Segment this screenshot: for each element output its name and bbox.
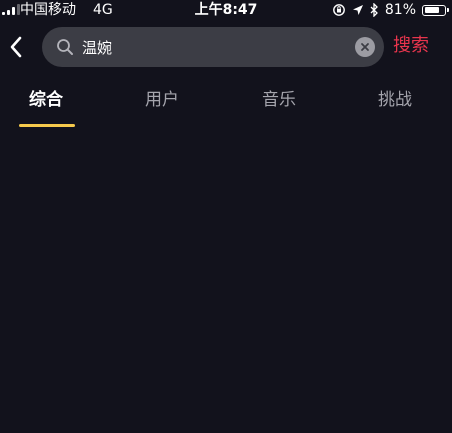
- tab-users[interactable]: 用户: [145, 88, 179, 112]
- tab-challenges[interactable]: 挑战: [378, 88, 412, 112]
- battery-level-fill: [424, 7, 440, 13]
- bluetooth-icon: [370, 3, 378, 17]
- clear-search-button[interactable]: [355, 37, 375, 57]
- chevron-left-icon: [10, 36, 22, 58]
- battery-icon: [422, 4, 449, 16]
- search-submit-button[interactable]: 搜索: [393, 34, 429, 58]
- tab-comprehensive[interactable]: 综合: [29, 88, 63, 112]
- close-icon: [361, 43, 369, 51]
- search-icon: [57, 39, 73, 55]
- orientation-lock-icon: [332, 4, 345, 16]
- search-bar[interactable]: [42, 27, 384, 67]
- back-button[interactable]: [4, 33, 28, 61]
- search-results-area: [0, 140, 452, 433]
- status-bar: 中国移动 4G 上午8:47 81%: [0, 0, 452, 20]
- active-tab-indicator: [19, 124, 75, 127]
- location-arrow-icon: [352, 5, 363, 15]
- battery-percentage: 81%: [384, 2, 416, 18]
- tab-music[interactable]: 音乐: [262, 88, 296, 112]
- search-input[interactable]: [82, 27, 342, 67]
- status-icons: 81%: [332, 1, 449, 19]
